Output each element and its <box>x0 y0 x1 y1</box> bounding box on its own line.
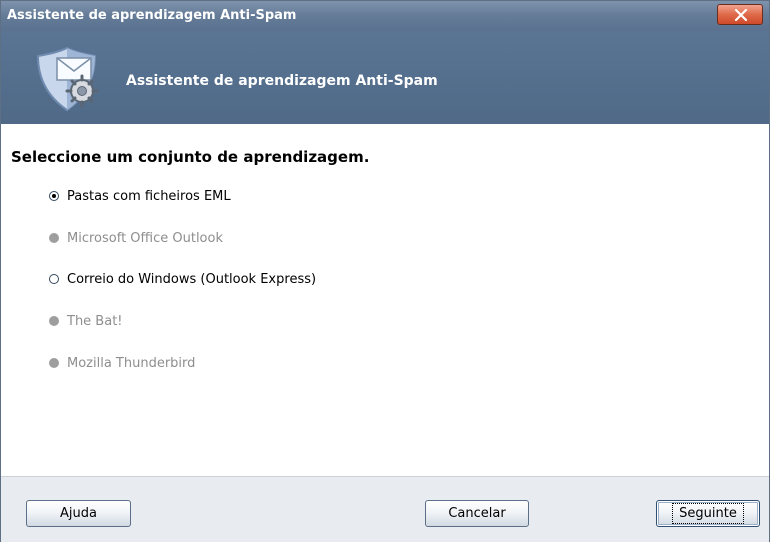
close-button[interactable] <box>717 4 763 25</box>
next-button-label: Seguinte <box>672 503 744 524</box>
wizard-footer: Ajuda Cancelar Seguinte <box>1 476 769 542</box>
title-bar[interactable]: Assistente de aprendizagem Anti-Spam <box>1 1 769 31</box>
radio-option-eml-folders[interactable]: Pastas com ficheiros EML <box>49 187 231 205</box>
radio-disabled-icon <box>49 233 59 243</box>
close-icon <box>734 9 748 21</box>
radio-option-the-bat: The Bat! <box>49 312 123 330</box>
radio-label: Microsoft Office Outlook <box>67 230 223 246</box>
header-title: Assistente de aprendizagem Anti-Spam <box>126 73 438 89</box>
radio-option-thunderbird: Mozilla Thunderbird <box>49 354 195 372</box>
help-button[interactable]: Ajuda <box>26 500 131 527</box>
dialog-window: Assistente de aprendizagem Anti-Spam Ass… <box>0 0 770 542</box>
radio-option-windows-mail[interactable]: Correio do Windows (Outlook Express) <box>49 270 316 288</box>
radio-disabled-icon <box>49 358 59 368</box>
page-heading: Seleccione um conjunto de aprendizagem. <box>11 148 370 166</box>
radio-unchecked-icon <box>49 274 59 284</box>
radio-disabled-icon <box>49 316 59 326</box>
radio-label: Mozilla Thunderbird <box>67 355 196 371</box>
radio-label: Pastas com ficheiros EML <box>67 188 231 204</box>
next-button[interactable]: Seguinte <box>656 500 760 527</box>
radio-label: Correio do Windows (Outlook Express) <box>67 271 317 287</box>
cancel-button[interactable]: Cancelar <box>425 500 529 527</box>
radio-checked-icon <box>49 191 59 201</box>
window-title: Assistente de aprendizagem Anti-Spam <box>7 8 297 23</box>
radio-option-outlook: Microsoft Office Outlook <box>49 229 223 247</box>
shield-mail-gear-icon <box>15 44 105 114</box>
wizard-content: Seleccione um conjunto de aprendizagem. … <box>1 124 769 476</box>
wizard-header: Assistente de aprendizagem Anti-Spam <box>1 31 769 124</box>
radio-label: The Bat! <box>67 313 123 329</box>
